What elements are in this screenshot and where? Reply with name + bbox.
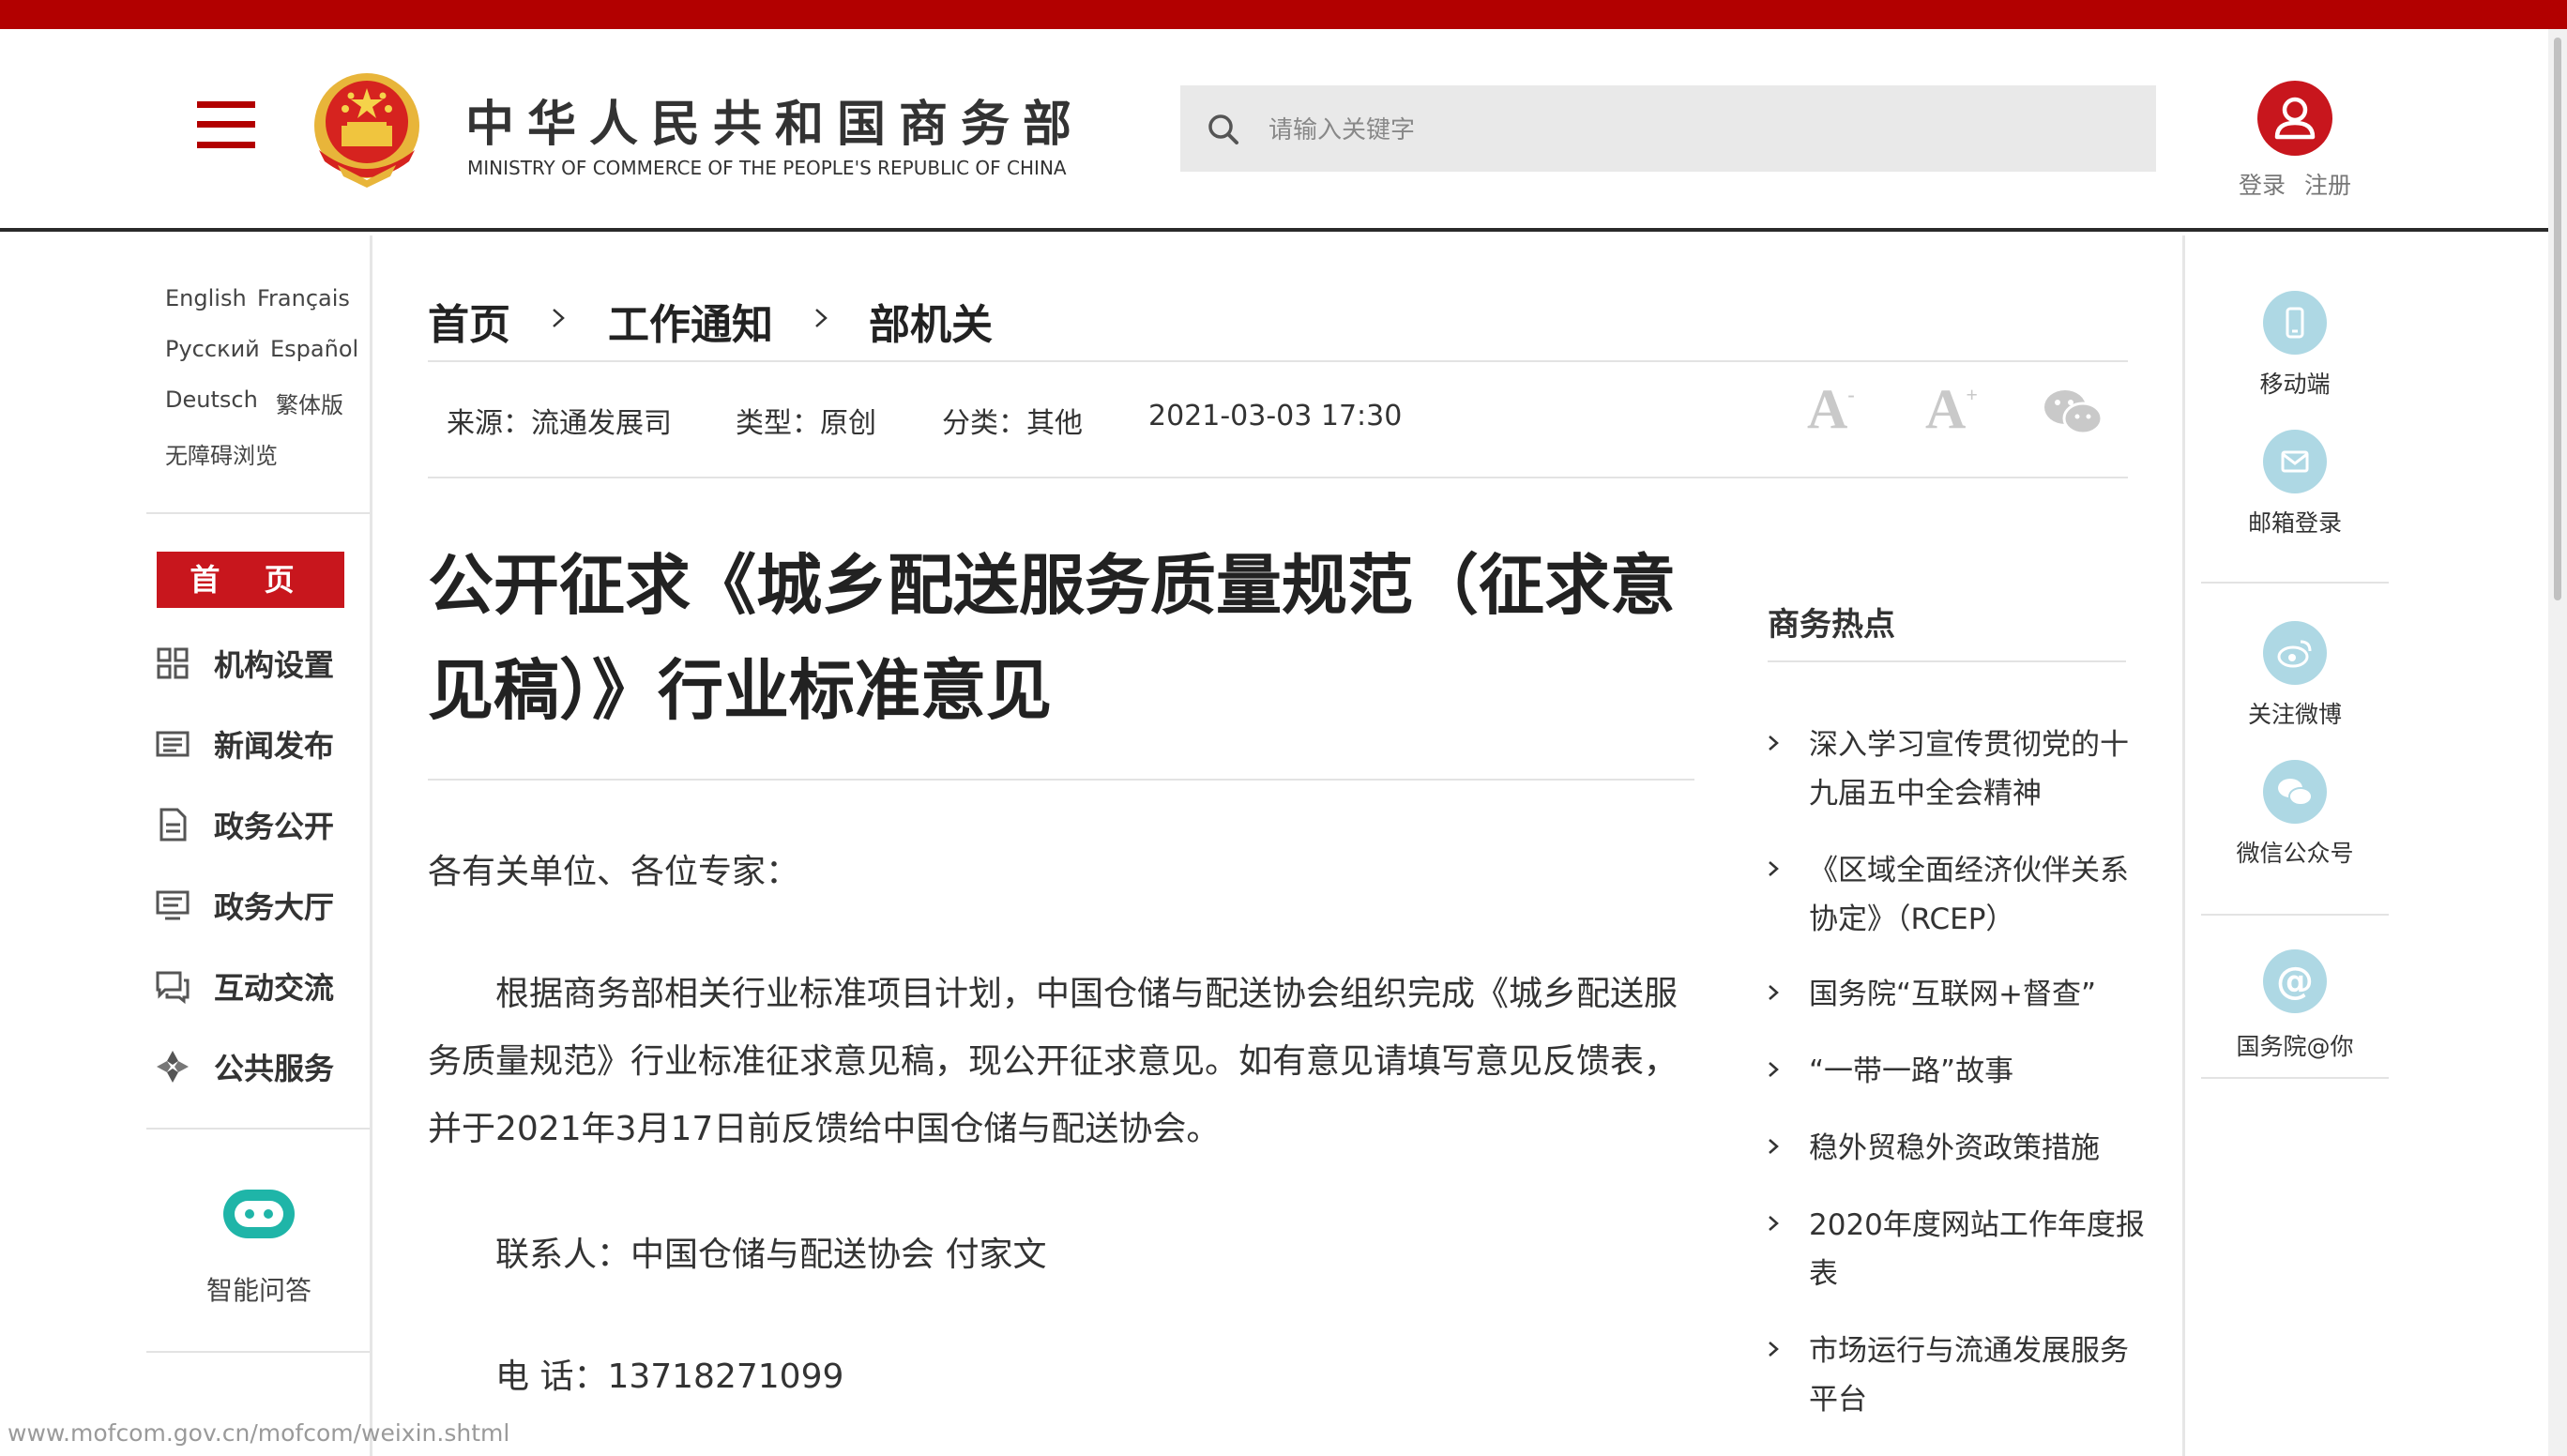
divider (2201, 582, 2389, 584)
login-link[interactable]: 登录 (2239, 167, 2286, 201)
service-icon (157, 1051, 189, 1083)
nav-item-news[interactable]: 新闻发布 (154, 717, 351, 771)
robot-assistant-icon[interactable] (218, 1184, 300, 1244)
lang-spanish[interactable]: Español (270, 336, 358, 362)
hot-item[interactable]: 市场运行与流通发展服务平台 (1809, 1327, 2147, 1424)
assistant-label[interactable]: 智能问答 (165, 1270, 353, 1308)
wechat-label[interactable]: 微信公众号 (2201, 835, 2389, 869)
state-council-at-you-label[interactable]: 国务院@你 (2201, 1028, 2389, 1062)
top-red-band (0, 0, 2567, 29)
chevron-right-icon (1769, 1139, 1779, 1154)
article-date: 2021-03-03 17:30 (1148, 400, 1403, 432)
hot-item[interactable]: 2020年度网站工作年度报表 (1809, 1201, 2147, 1298)
status-bar-url: www.mofcom.gov.cn/mofcom/weixin.shtml (8, 1419, 510, 1447)
title-divider (428, 779, 1694, 781)
divider (146, 1351, 370, 1353)
chevron-right-icon (1769, 1062, 1779, 1077)
divider (146, 1128, 370, 1130)
nav-item-organization[interactable]: 机构设置 (154, 636, 351, 690)
mobile-icon[interactable] (2263, 291, 2327, 355)
monitor-icon (156, 890, 190, 920)
site-title-chinese: 中华人民共和国商务部 (465, 97, 1086, 153)
nav-item-interaction[interactable]: 互动交流 (154, 959, 351, 1013)
search-icon[interactable] (1205, 111, 1242, 148)
chat-icon (156, 971, 190, 1005)
scrollbar-thumb[interactable] (2554, 38, 2561, 600)
article-title: 公开征求《城乡配送服务质量规范（征求意见稿）》行业标准意见 (428, 547, 1676, 729)
nav-home-button[interactable]: 首 页 (157, 552, 344, 608)
lang-german[interactable]: Deutsch (165, 387, 258, 413)
nav-item-label: 新闻发布 (214, 728, 335, 764)
lang-russian[interactable]: Русский (165, 336, 260, 362)
national-emblem-logo (314, 73, 419, 188)
article-phone: 电 话：13718271099 (495, 1357, 844, 1396)
article-greeting: 各有关单位、各位专家： (428, 853, 800, 891)
breadcrumb-ministry[interactable]: 部机关 (869, 291, 993, 351)
chevron-right-icon (1769, 985, 1779, 1000)
chevron-right-icon (815, 309, 828, 327)
article-contact: 联系人：中国仓储与配送协会 付家文 (495, 1236, 1047, 1274)
hot-item[interactable]: “一带一路”故事 (1809, 1047, 2147, 1096)
divider (2201, 1077, 2389, 1079)
user-avatar-icon[interactable] (2257, 81, 2332, 156)
at-sign-icon[interactable]: @ (2263, 949, 2327, 1013)
weibo-label[interactable]: 关注微博 (2201, 696, 2389, 730)
register-link[interactable]: 注册 (2304, 167, 2351, 201)
right-column-divider (2182, 235, 2185, 1456)
nav-item-label: 机构设置 (214, 647, 335, 683)
chevron-right-icon (1769, 861, 1779, 876)
mail-label[interactable]: 邮箱登录 (2201, 505, 2389, 538)
nav-item-label: 互动交流 (214, 970, 335, 1006)
hot-news-list: 深入学习宣传贯彻党的十九届五中全会精神 《区域全面经济伙伴关系协定》（RCEP）… (1762, 0, 2147, 1456)
mail-icon[interactable] (2263, 430, 2327, 493)
lang-french[interactable]: Français (257, 285, 350, 311)
grid-icon (157, 647, 189, 679)
nav-item-public-service[interactable]: 公共服务 (154, 1039, 351, 1094)
nav-item-label: 政务公开 (214, 809, 335, 844)
left-column-divider (370, 235, 372, 1456)
breadcrumb-notices[interactable]: 工作通知 (608, 291, 773, 351)
divider (2201, 914, 2389, 916)
chevron-right-icon (1769, 1216, 1779, 1231)
weibo-icon[interactable] (2263, 621, 2327, 685)
accessibility-link[interactable]: 无障碍浏览 (165, 437, 278, 470)
mobile-label[interactable]: 移动端 (2201, 366, 2389, 400)
document-icon (159, 808, 187, 842)
lang-english[interactable]: English (165, 285, 247, 311)
article-body: 根据商务部相关行业标准项目计划，中国仓储与配送协会组织完成《城乡配送服务质量规范… (428, 975, 1678, 1148)
hot-item[interactable]: 《区域全面经济伙伴关系协定》（RCEP） (1809, 846, 2147, 944)
chevron-right-icon (1769, 736, 1779, 751)
nav-item-service-hall[interactable]: 政务大厅 (154, 878, 351, 933)
lang-traditional-chinese[interactable]: 繁体版 (276, 387, 343, 419)
wechat-icon[interactable] (2263, 760, 2327, 824)
divider (146, 512, 370, 514)
site-title-english: MINISTRY OF COMMERCE OF THE PEOPLE'S REP… (467, 157, 1067, 179)
menu-icon[interactable] (197, 101, 255, 148)
nav-item-label: 公共服务 (214, 1051, 335, 1086)
hot-item[interactable]: 稳外贸稳外资政策措施 (1809, 1124, 2147, 1173)
nav-item-government-affairs[interactable]: 政务公开 (154, 797, 351, 852)
hot-item[interactable]: 深入学习宣传贯彻党的十九届五中全会精神 (1809, 720, 2147, 818)
hot-item[interactable]: 国务院“互联网+督查” (1809, 970, 2147, 1019)
chevron-right-icon (553, 309, 565, 327)
breadcrumb-home[interactable]: 首页 (428, 291, 510, 351)
news-icon (156, 731, 190, 757)
chevron-right-icon (1769, 1342, 1779, 1357)
article-category: 分类：其他 (942, 407, 1083, 440)
nav-item-label: 政务大厅 (214, 889, 335, 925)
article-type: 类型：原创 (736, 407, 876, 440)
article-source: 来源：流通发展司 (447, 407, 672, 440)
